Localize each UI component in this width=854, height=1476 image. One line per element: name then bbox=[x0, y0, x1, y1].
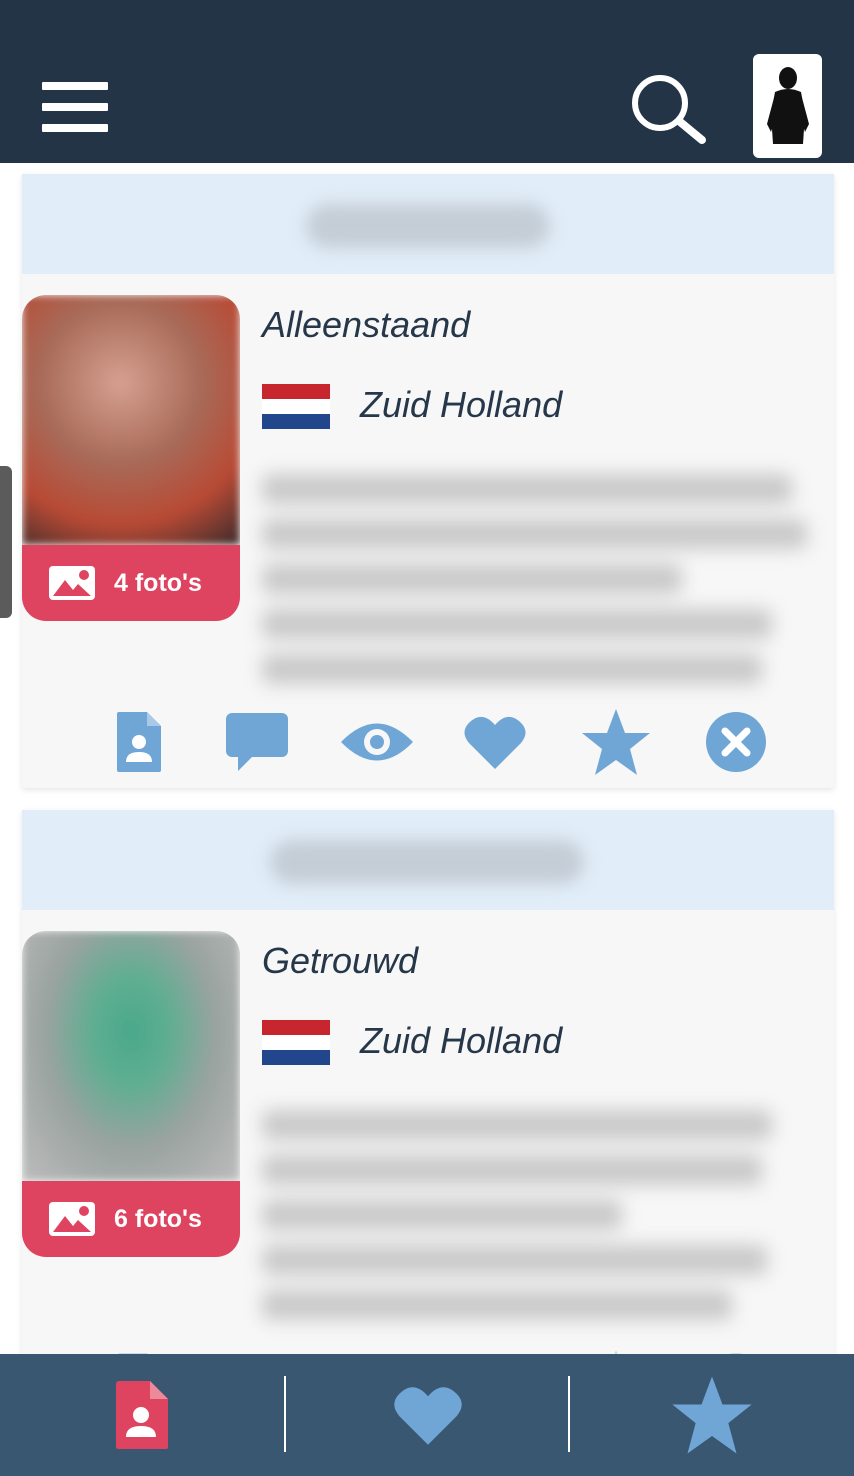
image-icon bbox=[49, 566, 95, 600]
card-header bbox=[22, 174, 834, 274]
star-icon[interactable] bbox=[578, 704, 653, 779]
heart-icon[interactable] bbox=[457, 704, 532, 779]
search-icon[interactable] bbox=[628, 72, 708, 144]
relationship-status: Alleenstaand bbox=[262, 304, 471, 345]
bottom-nav bbox=[0, 1354, 854, 1476]
eye-icon[interactable] bbox=[337, 704, 417, 779]
netherlands-flag bbox=[262, 384, 330, 429]
blurred-photo bbox=[22, 931, 240, 1181]
profile-icon[interactable] bbox=[102, 704, 177, 779]
male-silhouette-avatar bbox=[767, 67, 809, 144]
blurred-photo bbox=[22, 295, 240, 545]
blurred-description bbox=[262, 1110, 802, 1335]
profile-card: 6 foto's Getrouwd Zuid Holland bbox=[22, 810, 834, 1416]
profile-card: 4 foto's Alleenstaand Zuid Holland bbox=[22, 174, 834, 788]
nav-profile-icon[interactable] bbox=[0, 1354, 284, 1476]
avatar[interactable] bbox=[753, 54, 822, 158]
close-circle-icon[interactable] bbox=[698, 704, 773, 779]
profile-photo[interactable]: 4 foto's bbox=[22, 295, 240, 621]
region-label: Zuid Holland bbox=[360, 1020, 563, 1061]
blurred-username bbox=[306, 204, 550, 248]
photo-count-badge[interactable]: 4 foto's bbox=[22, 545, 240, 621]
photo-count-label: 6 foto's bbox=[114, 1204, 202, 1233]
message-icon[interactable] bbox=[219, 704, 294, 779]
blurred-username bbox=[270, 840, 584, 884]
photo-count-badge[interactable]: 6 foto's bbox=[22, 1181, 240, 1257]
card-header bbox=[22, 810, 834, 910]
image-icon bbox=[49, 1202, 95, 1236]
side-drawer-handle[interactable] bbox=[0, 466, 12, 618]
relationship-status: Getrouwd bbox=[262, 940, 419, 981]
hamburger-menu-icon[interactable] bbox=[42, 82, 108, 132]
nav-heart-icon[interactable] bbox=[286, 1354, 570, 1476]
profile-photo[interactable]: 6 foto's bbox=[22, 931, 240, 1257]
blurred-description bbox=[262, 474, 807, 699]
netherlands-flag bbox=[262, 1020, 330, 1065]
top-bar bbox=[0, 0, 854, 163]
nav-star-icon[interactable] bbox=[570, 1354, 854, 1476]
card-actions bbox=[102, 704, 772, 779]
region-label: Zuid Holland bbox=[360, 384, 563, 425]
photo-count-label: 4 foto's bbox=[114, 568, 202, 597]
